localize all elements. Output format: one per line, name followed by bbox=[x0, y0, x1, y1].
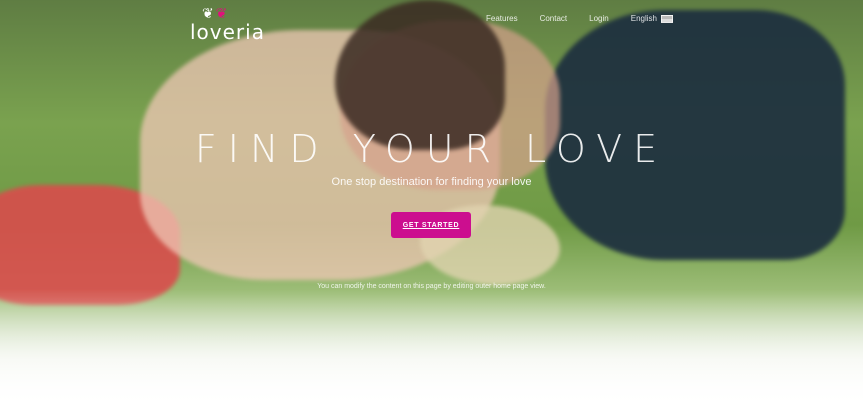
get-started-button[interactable]: GET STARTED bbox=[391, 212, 471, 238]
language-label: English bbox=[630, 14, 657, 23]
hero-subtitle: One stop destination for finding your lo… bbox=[331, 176, 532, 188]
nav-contact[interactable]: Contact bbox=[540, 14, 568, 23]
nav-login[interactable]: Login bbox=[589, 14, 609, 23]
edit-note: You can modify the content on this page … bbox=[317, 283, 546, 290]
language-selector[interactable]: English bbox=[631, 14, 673, 23]
flag-icon bbox=[660, 14, 673, 23]
bird-logo-icon: ❦ ❦ bbox=[202, 6, 227, 20]
brand-name: loveria bbox=[190, 20, 265, 44]
brand-logo[interactable]: ❦ ❦ loveria bbox=[190, 6, 270, 44]
hero-section: ❦ ❦ loveria Features Contact Login Engli… bbox=[0, 0, 863, 409]
bottom-fade bbox=[0, 289, 863, 409]
nav-features[interactable]: Features bbox=[486, 14, 518, 23]
bird-white-icon: ❦ bbox=[202, 5, 214, 21]
top-nav: Features Contact Login English bbox=[486, 14, 695, 23]
hero-title: FIND YOUR LOVE bbox=[194, 127, 669, 171]
bird-pink-icon: ❦ bbox=[215, 5, 228, 21]
